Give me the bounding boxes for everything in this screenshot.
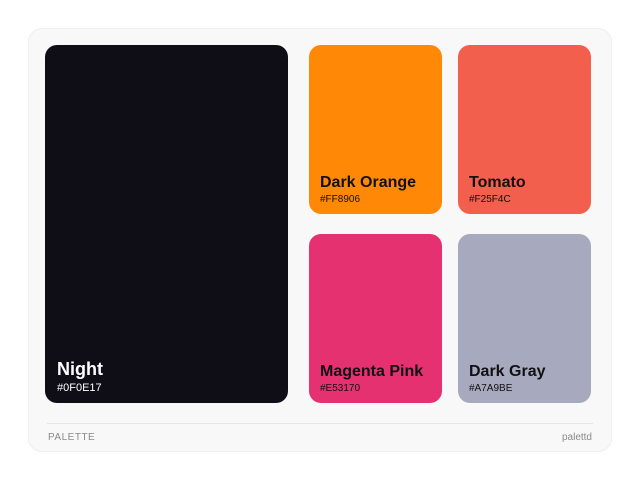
swatch-hex: #F25F4C <box>469 194 511 205</box>
footer-divider <box>47 423 593 424</box>
footer-palette-label: PALETTE <box>48 432 96 443</box>
swatch-name: Night <box>57 359 103 379</box>
swatch-magenta-pink[interactable]: Magenta Pink #E53170 <box>309 234 442 403</box>
swatch-name: Magenta Pink <box>320 363 424 380</box>
swatch-hex: #A7A9BE <box>469 383 513 394</box>
swatch-night[interactable]: Night #0F0E17 <box>45 45 288 403</box>
swatch-name: Dark Gray <box>469 363 546 380</box>
swatch-name: Dark Orange <box>320 174 417 191</box>
swatch-hex: #E53170 <box>320 383 361 394</box>
swatch-hex: #FF8906 <box>320 194 361 205</box>
palette-card: Night #0F0E17 Dark Orange #FF8906 Tomato… <box>28 28 612 452</box>
swatch-name: Tomato <box>469 174 526 191</box>
swatch-tomato[interactable]: Tomato #F25F4C <box>458 45 591 214</box>
footer-brand: palettd <box>561 432 592 443</box>
swatch-dark-orange[interactable]: Dark Orange #FF8906 <box>309 45 442 214</box>
swatch-hex: #0F0E17 <box>57 382 102 394</box>
swatch-dark-gray[interactable]: Dark Gray #A7A9BE <box>458 234 591 403</box>
